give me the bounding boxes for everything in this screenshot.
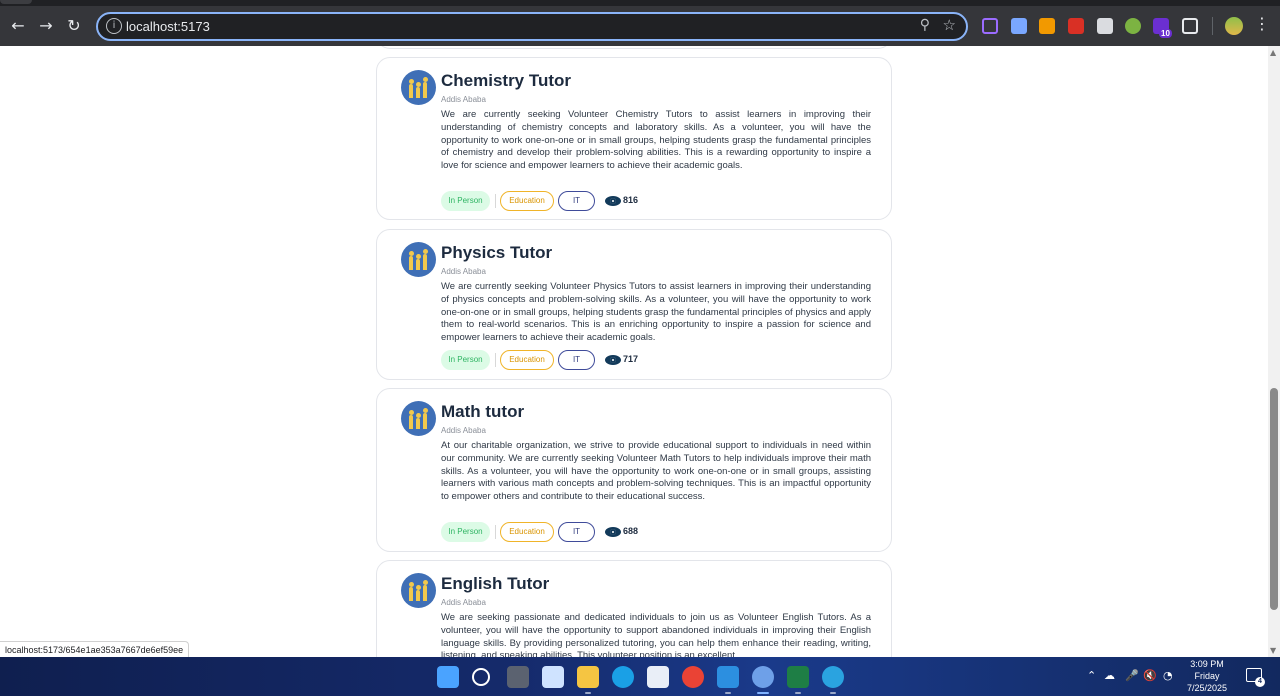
category-badge: Education (500, 191, 554, 211)
speaker-icon[interactable]: 🔇 (1143, 669, 1157, 682)
extension-brackets-icon[interactable] (982, 18, 998, 34)
extension-document-icon[interactable] (1011, 18, 1027, 34)
back-button[interactable]: ← (6, 14, 30, 38)
running-indicator (585, 692, 591, 694)
tab-strip (0, 0, 1280, 6)
task-view-icon[interactable] (507, 666, 529, 688)
mode-badge: In Person (441, 191, 490, 211)
chrome-active-icon[interactable] (752, 666, 774, 688)
opportunity-location: Addis Ababa (441, 95, 486, 104)
widgets-icon[interactable] (542, 666, 564, 688)
start-icon[interactable] (437, 666, 459, 688)
tag-divider (495, 194, 496, 208)
notification-count: 4 (1255, 677, 1265, 687)
windows-taskbar: ⌃ ☁ 🎤 🔇 ◔ 3:09 PM Friday 7/25/2025 4 (0, 657, 1280, 696)
category-badge: Education (500, 522, 554, 542)
extension-pen-icon[interactable] (1068, 18, 1084, 34)
organization-logo (401, 70, 436, 105)
view-count-value: 688 (623, 526, 639, 536)
opportunity-title[interactable]: Math tutor (441, 402, 524, 422)
telegram-icon[interactable] (822, 666, 844, 688)
excel-icon[interactable] (787, 666, 809, 688)
opportunity-title[interactable]: Physics Tutor (441, 243, 552, 263)
tab-edge[interactable] (0, 0, 32, 4)
opportunity-card[interactable]: Math tutor Addis Ababa At our charitable… (376, 388, 892, 552)
mode-badge: In Person (441, 350, 490, 370)
microphone-icon[interactable]: 🎤 (1125, 669, 1139, 682)
site-info-icon[interactable]: i (106, 18, 122, 34)
clock-date: 7/25/2025 (1186, 683, 1228, 693)
extension-badge: 10 (1159, 29, 1172, 38)
page-scrollbar[interactable]: ▲ ▼ (1268, 46, 1280, 657)
reload-button[interactable]: ↻ (62, 14, 86, 38)
address-bar[interactable]: i localhost:5173 ⚲ ☆ (96, 12, 968, 41)
address-url[interactable]: localhost:5173 (126, 19, 210, 34)
vscode-icon[interactable] (717, 666, 739, 688)
eye-icon (605, 527, 621, 537)
tag-divider (495, 353, 496, 367)
onedrive-icon[interactable]: ☁ (1104, 669, 1115, 682)
running-indicator (725, 692, 731, 694)
view-count-value: 717 (623, 354, 639, 364)
eye-icon (605, 196, 621, 206)
view-count-value: 816 (623, 195, 639, 205)
skill-badge: IT (558, 350, 595, 370)
running-indicator (830, 692, 836, 694)
extensions-puzzle-icon[interactable] (1182, 18, 1198, 34)
clock-time: 3:09 PM (1190, 659, 1224, 669)
eye-icon (605, 355, 621, 365)
opportunity-description: At our charitable organization, we striv… (441, 440, 871, 503)
mode-badge: In Person (441, 522, 490, 542)
wifi-icon[interactable]: ◔ (1163, 669, 1173, 682)
clock-day: Friday (1194, 671, 1220, 681)
store-icon[interactable] (647, 666, 669, 688)
scroll-down-arrow-icon[interactable]: ▼ (1270, 646, 1276, 655)
skill-badge: IT (558, 522, 595, 542)
active-indicator (757, 692, 769, 694)
extension-lighthouse-icon[interactable] (1039, 18, 1055, 34)
running-indicator (795, 692, 801, 694)
opportunity-card[interactable]: Chemistry Tutor Addis Ababa We are curre… (376, 57, 892, 220)
opportunity-card[interactable]: Physics Tutor Addis Ababa We are current… (376, 229, 892, 380)
opportunity-description: We are seeking passionate and dedicated … (441, 612, 871, 657)
link-status-bubble: localhost:5173/654e1ae353a7667de6ef59ee (0, 641, 190, 658)
opportunity-description: We are currently seeking Volunteer Chemi… (441, 109, 871, 172)
zoom-icon[interactable]: ⚲ (920, 17, 930, 33)
chrome-icon[interactable] (682, 666, 704, 688)
toolbar-divider (1212, 17, 1213, 35)
opportunity-title[interactable]: Chemistry Tutor (441, 71, 571, 91)
extension-box-icon[interactable] (1097, 18, 1113, 34)
opportunity-card[interactable]: English Tutor Addis Ababa We are seeking… (376, 560, 892, 657)
opportunity-location: Addis Ababa (441, 598, 486, 607)
profile-avatar[interactable] (1225, 17, 1243, 35)
forward-button[interactable]: → (34, 14, 58, 38)
extension-plus-icon[interactable] (1125, 18, 1141, 34)
organization-logo (401, 573, 436, 608)
bookmark-star-icon[interactable]: ☆ (943, 16, 956, 34)
file-explorer-icon[interactable] (577, 666, 599, 688)
organization-logo (401, 242, 436, 277)
organization-logo (401, 401, 436, 436)
scroll-up-arrow-icon[interactable]: ▲ (1270, 48, 1276, 57)
category-badge: Education (500, 350, 554, 370)
page-viewport: Chemistry Tutor Addis Ababa We are curre… (0, 46, 1268, 657)
opportunity-location: Addis Ababa (441, 267, 486, 276)
opportunity-description: We are currently seeking Volunteer Physi… (441, 281, 871, 344)
opportunity-title[interactable]: English Tutor (441, 574, 549, 594)
tag-divider (495, 525, 496, 539)
tray-overflow-icon[interactable]: ⌃ (1087, 669, 1096, 682)
edge-icon[interactable] (612, 666, 634, 688)
previous-card-edge (376, 46, 892, 49)
opportunity-location: Addis Ababa (441, 426, 486, 435)
system-clock[interactable]: 3:09 PM Friday 7/25/2025 (1178, 658, 1236, 694)
browser-menu-icon[interactable]: ⋮ (1254, 14, 1270, 33)
skill-badge: IT (558, 191, 595, 211)
scrollbar-thumb[interactable] (1270, 388, 1278, 610)
search-icon[interactable] (472, 668, 490, 686)
browser-toolbar: ← → ↻ i localhost:5173 ⚲ ☆ 10 ⋮ (0, 0, 1280, 52)
